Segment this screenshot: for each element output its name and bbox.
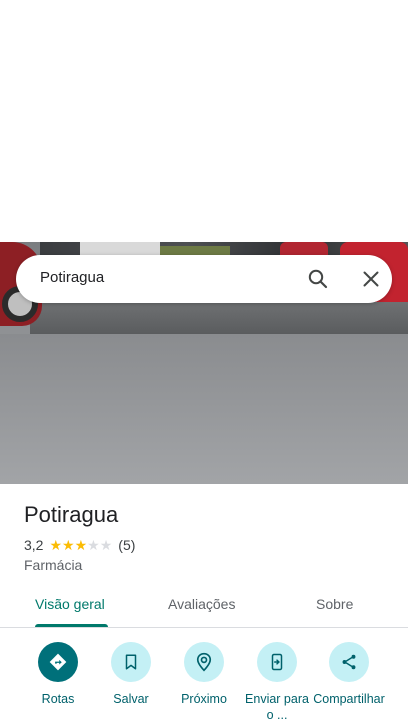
nearby-button[interactable]: Próximo (164, 642, 244, 707)
tab-about[interactable]: Sobre (316, 596, 353, 612)
nearby-icon (184, 642, 224, 682)
rating-value: 3,2 (24, 537, 44, 553)
active-tab-indicator (35, 624, 108, 627)
search-query[interactable]: Potiragua (40, 269, 104, 286)
review-count: (5) (118, 537, 136, 553)
tab-reviews[interactable]: Avaliações (168, 596, 235, 612)
star-filled-icon: ★ (62, 537, 75, 553)
directions-button[interactable]: Rotas (18, 642, 98, 707)
tab-overview[interactable]: Visão geral (35, 596, 105, 612)
star-empty-icon: ★ (99, 537, 113, 553)
send-to-phone-icon (257, 642, 297, 682)
place-title: Potiragua (24, 502, 119, 527)
search-icon[interactable] (306, 267, 330, 291)
star-filled-icon: ★ (49, 537, 63, 553)
photo-sidewalk (30, 302, 408, 334)
photo-sign (80, 242, 160, 256)
directions-label: Rotas (41, 692, 75, 706)
star-filled-icon: ★ (74, 537, 88, 553)
share-button[interactable]: Compartilhar (309, 642, 389, 707)
star-empty-icon: ★ (87, 537, 100, 553)
nearby-label: Próximo (181, 692, 227, 706)
action-buttons: Rotas Salvar Próximo Enviar para o ... C… (0, 642, 408, 726)
save-label: Salvar (113, 692, 149, 706)
photo-road (0, 334, 408, 484)
rating-row[interactable]: 3,2 ★ ★ ★ ★ ★ (5) (24, 537, 135, 553)
send-to-phone-button[interactable]: Enviar para o ... (237, 642, 317, 723)
save-button[interactable]: Salvar (91, 642, 171, 707)
bookmark-icon (111, 642, 151, 682)
place-category[interactable]: Farmácia (24, 557, 82, 573)
search-bar[interactable]: Potiragua (16, 255, 392, 303)
blank-top-area (0, 0, 408, 242)
directions-icon (38, 642, 78, 682)
rating-stars: ★ ★ ★ ★ ★ (49, 538, 112, 552)
close-icon[interactable] (359, 267, 383, 291)
share-icon (329, 642, 369, 682)
share-label: Compartilhar (313, 692, 385, 706)
send-to-phone-label: Enviar para o ... (245, 692, 309, 722)
tab-bar: Visão geral Avaliações Sobre (0, 584, 408, 628)
place-details-sheet: Potiragua 3,2 ★ ★ ★ ★ ★ (5) Farmácia Visão g… (0, 484, 408, 726)
